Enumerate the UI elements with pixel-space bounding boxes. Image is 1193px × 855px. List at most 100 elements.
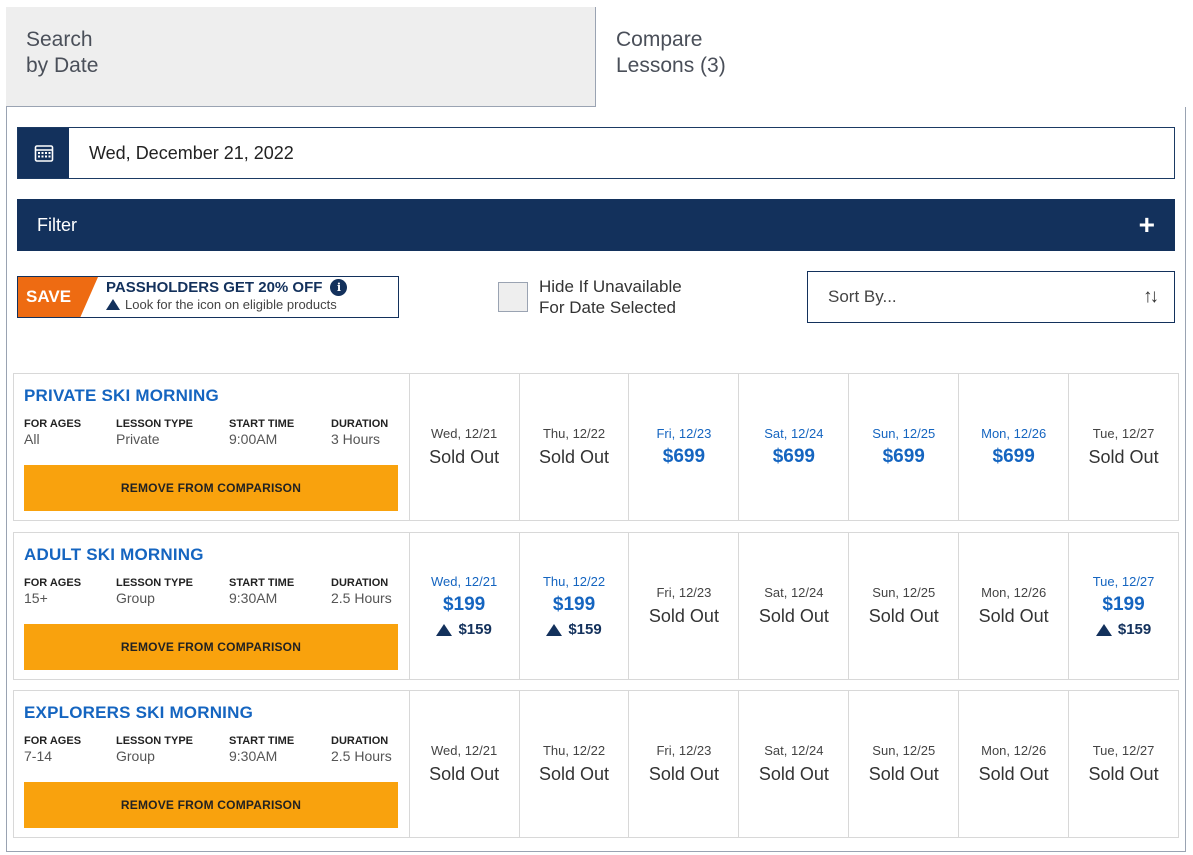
day-label: Mon, 12/26 (981, 743, 1047, 758)
day-cell: Sun, 12/25 Sold Out (849, 690, 960, 838)
day-label: Wed, 12/21 (430, 743, 498, 758)
remove-from-comparison-button[interactable]: REMOVE FROM COMPARISON (24, 782, 398, 828)
day-price[interactable]: $699 (773, 446, 815, 468)
lesson-type: LESSON TYPE Private (116, 418, 193, 447)
hide-unavailable-line2: For Date Selected (539, 298, 677, 317)
passholder-price-value: $159 (458, 621, 492, 638)
lesson-title[interactable]: ADULT SKI MORNING (24, 545, 399, 565)
day-label: Mon, 12/26 (981, 585, 1047, 600)
info-icon[interactable]: i (330, 279, 348, 296)
filter-toggle[interactable]: Filter + (17, 199, 1175, 251)
day-cell[interactable]: Thu, 12/22 $199 $159 (519, 532, 630, 680)
day-price[interactable]: $699 (883, 446, 925, 468)
day-status: Sold Out (648, 606, 719, 626)
day-cell[interactable]: Tue, 12/27 $199 $159 (1069, 532, 1180, 680)
day-cell: Fri, 12/23 Sold Out (629, 690, 740, 838)
day-price[interactable]: $199 (443, 594, 485, 616)
day-status: Sold Out (648, 764, 719, 784)
hide-unavailable-option[interactable]: Hide If Unavailable For Date Selected (498, 276, 739, 318)
duration: DURATION 3 Hours (331, 418, 388, 447)
lesson-title[interactable]: PRIVATE SKI MORNING (24, 386, 399, 406)
day-status: Sold Out (758, 764, 829, 784)
start-time: START TIME 9:00AM (229, 418, 294, 447)
day-status: Sold Out (1088, 447, 1159, 467)
day-cell[interactable]: Sun, 12/25 $699 (849, 373, 960, 521)
day-price[interactable]: $699 (663, 446, 705, 468)
sort-label: Sort By... (828, 287, 897, 306)
lesson-info: EXPLORERS SKI MORNING FOR AGES 7-14 LESSON … (13, 690, 410, 838)
day-label: Thu, 12/22 (542, 426, 606, 441)
lesson-type-value: Private (116, 431, 160, 447)
day-label: Sun, 12/25 (872, 585, 936, 600)
tab-compare-lessons[interactable]: Compare Lessons (3) (596, 7, 1186, 107)
day-label: Fri, 12/23 (656, 426, 712, 441)
lesson-type-value: Group (116, 748, 155, 764)
duration-key: DURATION (331, 418, 389, 430)
lesson-row: PRIVATE SKI MORNING FOR AGES All LESSON TYP… (13, 373, 1180, 521)
passholder-price: $159 (546, 621, 602, 638)
passholder-price: $159 (1095, 621, 1151, 638)
for-ages-value: All (24, 431, 40, 447)
day-price[interactable]: $199 (553, 594, 595, 616)
mountain-icon (546, 623, 563, 636)
sort-arrows-icon: ↑↓ (1143, 286, 1159, 307)
hide-unavailable-checkbox[interactable] (498, 282, 528, 312)
for-ages: FOR AGES All (24, 418, 81, 447)
day-cell[interactable]: Fri, 12/23 $699 (629, 373, 740, 521)
duration-value: 3 Hours (331, 431, 381, 447)
for-ages-key: FOR AGES (24, 418, 82, 430)
start-time-key: START TIME (229, 418, 295, 430)
day-label: Sat, 12/24 (764, 426, 824, 441)
day-status: Sold Out (978, 606, 1049, 626)
day-status: Sold Out (539, 764, 610, 784)
remove-from-comparison-button[interactable]: REMOVE FROM COMPARISON (24, 465, 398, 511)
day-label: Sat, 12/24 (764, 585, 824, 600)
plus-icon[interactable]: + (1139, 211, 1155, 239)
day-label: Fri, 12/23 (656, 743, 712, 758)
lesson-info: ADULT SKI MORNING FOR AGES 15+ LESSON TYPE G… (13, 532, 410, 680)
tab-compare-label-line1: Compare (616, 28, 703, 51)
remove-from-comparison-button[interactable]: REMOVE FROM COMPARISON (24, 624, 398, 670)
day-cell[interactable]: Wed, 12/21 $199 $159 (409, 532, 520, 680)
day-label: Sat, 12/24 (764, 743, 824, 758)
tab-search-by-date[interactable]: Search by Date (6, 7, 596, 107)
date-value[interactable]: Wed, December 21, 2022 (69, 143, 294, 164)
filter-label: Filter (37, 214, 77, 235)
for-ages: FOR AGES 15+ (24, 577, 81, 606)
day-cell[interactable]: Sat, 12/24 $699 (739, 373, 850, 521)
hide-unavailable-label[interactable]: Hide If Unavailable For Date Selected (539, 276, 739, 318)
calendar-icon[interactable] (18, 128, 69, 178)
day-cell: Wed, 12/21 Sold Out (409, 690, 520, 838)
day-price[interactable]: $699 (993, 446, 1035, 468)
day-cell: Fri, 12/23 Sold Out (629, 532, 740, 680)
tab-search-label-line1: Search (26, 28, 93, 51)
day-label: Thu, 12/22 (542, 743, 606, 758)
promo-subtitle: Look for the icon on eligible products (125, 297, 337, 312)
day-status: Sold Out (539, 447, 610, 467)
day-cell: Wed, 12/21 Sold Out (409, 373, 520, 521)
mountain-icon (436, 623, 453, 636)
day-cell[interactable]: Mon, 12/26 $699 (959, 373, 1070, 521)
day-label: Thu, 12/22 (542, 574, 606, 589)
start-time: START TIME 9:30AM (229, 735, 294, 764)
passholder-price: $159 (436, 621, 492, 638)
day-status: Sold Out (429, 764, 500, 784)
day-cell: Sun, 12/25 Sold Out (849, 532, 960, 680)
day-cell: Tue, 12/27 Sold Out (1069, 373, 1180, 521)
lesson-info: PRIVATE SKI MORNING FOR AGES All LESSON TYP… (13, 373, 410, 521)
day-cell: Sat, 12/24 Sold Out (739, 532, 850, 680)
day-status: Sold Out (868, 606, 939, 626)
mountain-icon (1095, 623, 1112, 636)
day-cell: Tue, 12/27 Sold Out (1069, 690, 1180, 838)
for-ages-value: 15+ (24, 590, 48, 606)
lesson-type-key: LESSON TYPE (116, 418, 194, 430)
day-price[interactable]: $199 (1102, 594, 1144, 616)
start-time: START TIME 9:30AM (229, 577, 294, 606)
duration: DURATION 2.5 Hours (331, 735, 392, 764)
day-label: Tue, 12/27 (1092, 426, 1155, 441)
date-picker[interactable]: Wed, December 21, 2022 (17, 127, 1175, 179)
day-label: Wed, 12/21 (430, 426, 498, 441)
lesson-type-key: LESSON TYPE (116, 735, 194, 747)
lesson-title[interactable]: EXPLORERS SKI MORNING (24, 703, 399, 723)
sort-select[interactable]: Sort By... ↑↓ (807, 271, 1175, 323)
